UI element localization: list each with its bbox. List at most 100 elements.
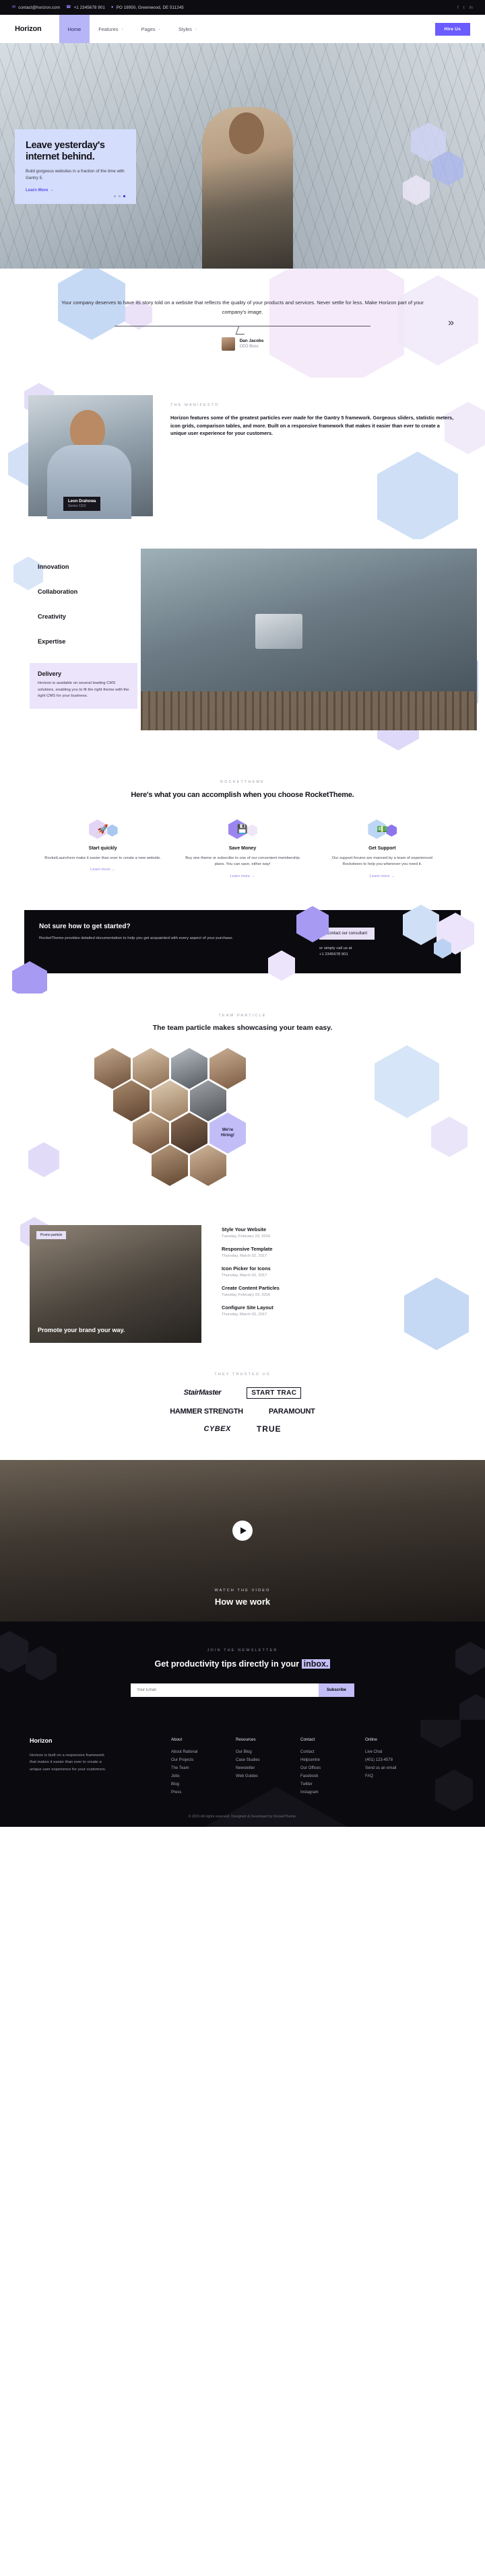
manifesto-section: Leon Drahowa Senior CEO THE MANIFESTO Ho… (0, 378, 485, 539)
topbar-phone[interactable]: ☎ +1 2345678 901 (66, 5, 105, 10)
features-heading: Here's what you can accomplish when you … (131, 790, 354, 799)
blog-feature-image[interactable]: Promo particle Promote your brand your w… (30, 1224, 201, 1343)
footer-link[interactable]: Newsletter (236, 1766, 300, 1770)
team-section: TEAM PARTICLE The team particle makes sh… (0, 994, 485, 1213)
hero-subtitle: Build gorgeous websites in a fraction of… (26, 169, 125, 180)
list-item[interactable]: Style Your Website Tuesday, February 23,… (222, 1226, 455, 1239)
feature-body: Buy one theme or subscribe to one of our… (185, 856, 300, 867)
hero-title: Leave yesterday's internet behind. (26, 140, 105, 163)
footer-link[interactable]: Web Guides (236, 1774, 300, 1778)
tab-innovation[interactable]: Innovation (38, 563, 135, 570)
team-member-11[interactable] (190, 1144, 226, 1186)
team-member-6[interactable] (152, 1080, 188, 1121)
news-hex-3 (455, 1641, 485, 1675)
video-eyebrow: WATCH THE VIDEO (214, 1588, 271, 1593)
team-member-3[interactable] (171, 1047, 207, 1089)
cta-call-label: or simply call us at (319, 946, 352, 950)
hero-slider-dot-2[interactable] (119, 195, 121, 197)
footer-link[interactable]: Instagram (300, 1790, 365, 1795)
feature-learn-more-link[interactable]: Learn more → (90, 868, 115, 872)
footer-link[interactable]: About Rational (171, 1750, 236, 1754)
feature-body: RocketLaunchers make it easier than ever… (44, 856, 162, 860)
team-member-7[interactable] (190, 1080, 226, 1121)
hero-slider-dot-3[interactable] (123, 195, 125, 197)
testimonial-next-button[interactable]: » (448, 317, 454, 329)
footer-column-title: Resources (236, 1737, 256, 1742)
footer-link[interactable]: Press (171, 1790, 236, 1795)
team-member-10[interactable] (152, 1144, 188, 1186)
feature-hex-front (246, 824, 257, 837)
footer-link[interactable]: Our Projects (171, 1758, 236, 1762)
newsletter-heading-highlight: inbox. (301, 1659, 331, 1669)
newsletter-heading: Get productivity tips directly in your i… (0, 1659, 485, 1669)
team-member-1[interactable] (94, 1047, 131, 1089)
team-member-2[interactable] (133, 1047, 169, 1089)
chevron-down-icon: ⌄ (194, 27, 198, 31)
feature-get-support: 💵 Get Support Our support forums are man… (319, 816, 446, 880)
feature-learn-more-link[interactable]: Learn more → (370, 874, 395, 878)
footer-link[interactable]: Case Studies (236, 1758, 300, 1762)
hire-us-button[interactable]: Hire Us (434, 22, 470, 36)
tab-collaboration[interactable]: Collaboration (38, 588, 135, 595)
blog-post-date: Tuesday, February 23, 2016 (222, 1292, 271, 1297)
email-field[interactable] (131, 1683, 319, 1697)
hero-learn-more-link[interactable]: Learn More → (26, 188, 53, 193)
footer-link[interactable]: Jobs (171, 1774, 236, 1778)
hero-slider-dot-1[interactable] (114, 195, 116, 197)
footer-link[interactable]: FAQ (365, 1774, 430, 1778)
footer-link[interactable]: Our Offices (300, 1766, 365, 1770)
linkedin-icon[interactable]: in (470, 5, 473, 10)
feature-icon-wrap: 💵 (319, 816, 446, 842)
newsletter-eyebrow: JOIN THE NEWSLETTER (207, 1648, 278, 1652)
feature-learn-more-link[interactable]: Learn more → (230, 874, 255, 878)
list-item[interactable]: Configure Site Layout Thursday, March 02… (222, 1304, 455, 1317)
envelope-icon: ✉ (12, 5, 16, 9)
footer-link[interactable]: Helpcentre (300, 1758, 365, 1762)
footer-link[interactable]: Contact (300, 1750, 365, 1754)
logo-true: TRUE (256, 1424, 282, 1434)
manifesto-person-name: Leon Drahowa (68, 499, 96, 503)
footer-link[interactable]: Facebook (300, 1774, 365, 1778)
footer-link[interactable]: Live Chat (365, 1750, 430, 1754)
tab-delivery-title: Delivery (38, 670, 62, 677)
nav-item-styles[interactable]: Styles ⌄ (170, 18, 206, 41)
team-member-8[interactable] (133, 1112, 169, 1154)
tab-expertise[interactable]: Expertise (38, 638, 135, 645)
footer-link[interactable]: Blog (171, 1782, 236, 1786)
play-button[interactable] (232, 1521, 253, 1541)
list-item[interactable]: Responsive Template Thursday, March 02, … (222, 1246, 455, 1258)
footer-link[interactable]: Twitter (300, 1782, 365, 1786)
topbar-phone-text: +1 2345678 901 (73, 5, 105, 10)
nav-item-home[interactable]: Home (59, 15, 90, 43)
list-item[interactable]: Create Content Particles Tuesday, Februa… (222, 1285, 455, 1297)
footer-link[interactable]: Send us an email (365, 1766, 430, 1770)
nav-item-features[interactable]: Features ⌄ (90, 18, 132, 41)
testimonial-section: chevron-left-double-icon » Your company … (0, 269, 485, 378)
tab-delivery-open[interactable]: Delivery Horizon is available on several… (30, 662, 137, 709)
twitter-icon[interactable]: t (463, 5, 465, 10)
chevron-right-double-icon: » (448, 316, 454, 328)
manifesto-person-role: Senior CEO (68, 503, 86, 508)
subscribe-button[interactable]: Subscribe (318, 1683, 354, 1697)
hero-section: Leave yesterday's internet behind. Build… (0, 43, 485, 269)
blog-feature-caption: Promote your brand your way. (38, 1327, 125, 1334)
topbar-email[interactable]: ✉ contact@horizon.com (12, 5, 60, 10)
team-hiring-badge[interactable]: We're Hiring! (209, 1112, 246, 1154)
tab-creativity[interactable]: Creativity (38, 613, 135, 620)
cta-left: Not sure how to get started? RocketTheme… (39, 923, 315, 959)
facebook-icon[interactable]: f (457, 5, 459, 10)
list-item[interactable]: Icon Picker for Icons Thursday, March 02… (222, 1265, 455, 1278)
team-member-5[interactable] (113, 1080, 150, 1121)
nav-item-pages[interactable]: Pages ⌄ (133, 18, 170, 41)
footer-link[interactable]: (401) 123-4578 (365, 1758, 430, 1762)
team-member-9[interactable] (171, 1112, 207, 1154)
chevron-down-icon: ⌄ (121, 27, 124, 31)
footer-link[interactable]: The Team (171, 1766, 236, 1770)
team-member-4[interactable] (209, 1047, 246, 1089)
logos-eyebrow: THEY TRUSTED US (214, 1372, 271, 1377)
manifesto-photo: Leon Drahowa Senior CEO (28, 394, 153, 519)
footer-link[interactable]: Our Blog (236, 1750, 300, 1754)
tabs-list: Innovation Collaboration Creativity Expe… (30, 549, 137, 730)
blog-content: Promo particle Promote your brand your w… (0, 1224, 485, 1343)
brand-logo[interactable]: Horizon (15, 25, 42, 33)
